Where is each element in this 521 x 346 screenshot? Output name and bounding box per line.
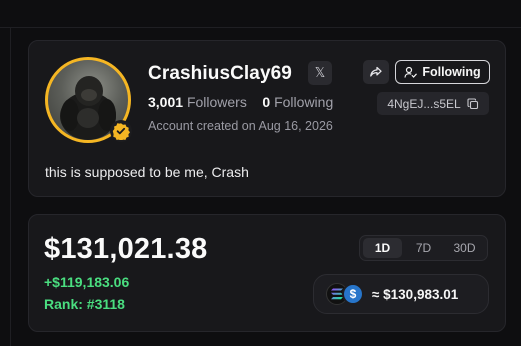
wallet-address-copy[interactable]: 4NgEJ...s5EL [377, 92, 489, 115]
usdc-glyph: $ [349, 287, 357, 301]
holdings-summary[interactable]: $ ≈ $130,983.01 [313, 274, 489, 314]
share-button[interactable] [363, 60, 389, 84]
username: CrashiusClay69 [148, 63, 292, 84]
verified-badge-icon [110, 120, 132, 142]
user-check-icon [404, 66, 418, 78]
range-30d[interactable]: 30D [445, 238, 484, 258]
portfolio-card: $131,021.38 +$119,183.06 Rank: #3118 1D … [28, 214, 506, 332]
followers-count[interactable]: 3,001 [148, 94, 183, 110]
bio: this is supposed to be me, Crash [45, 164, 249, 180]
following-button-label: Following [422, 65, 481, 79]
rank: Rank: #3118 [44, 296, 125, 312]
usdc-icon: $ [342, 283, 364, 305]
followers-label[interactable]: Followers [187, 94, 247, 110]
x-logo-icon[interactable]: 𝕏 [308, 61, 332, 85]
top-bar [0, 0, 521, 28]
wallet-address: 4NgEJ...s5EL [387, 96, 461, 111]
portfolio-change: +$119,183.06 [44, 274, 130, 290]
following-label[interactable]: Following [274, 94, 333, 110]
share-icon [370, 66, 382, 77]
range-1d[interactable]: 1D [363, 238, 402, 258]
time-range-selector: 1D 7D 30D [359, 235, 488, 261]
holdings-value: ≈ $130,983.01 [372, 286, 459, 302]
account-created-date: Account created on Aug 16, 2026 [148, 119, 333, 133]
copy-icon [467, 97, 478, 109]
x-logo-glyph: 𝕏 [314, 65, 326, 80]
follow-stats: 3,001 Followers 0 Following [148, 94, 333, 110]
range-7d[interactable]: 7D [404, 238, 443, 258]
profile-card: CrashiusClay69 𝕏 3,001 Followers 0 Follo… [28, 40, 506, 197]
portfolio-balance: $131,021.38 [44, 233, 208, 265]
following-button[interactable]: Following [395, 60, 490, 84]
token-icons: $ [326, 282, 366, 306]
following-count[interactable]: 0 [262, 94, 270, 110]
sidebar-divider [10, 28, 11, 346]
